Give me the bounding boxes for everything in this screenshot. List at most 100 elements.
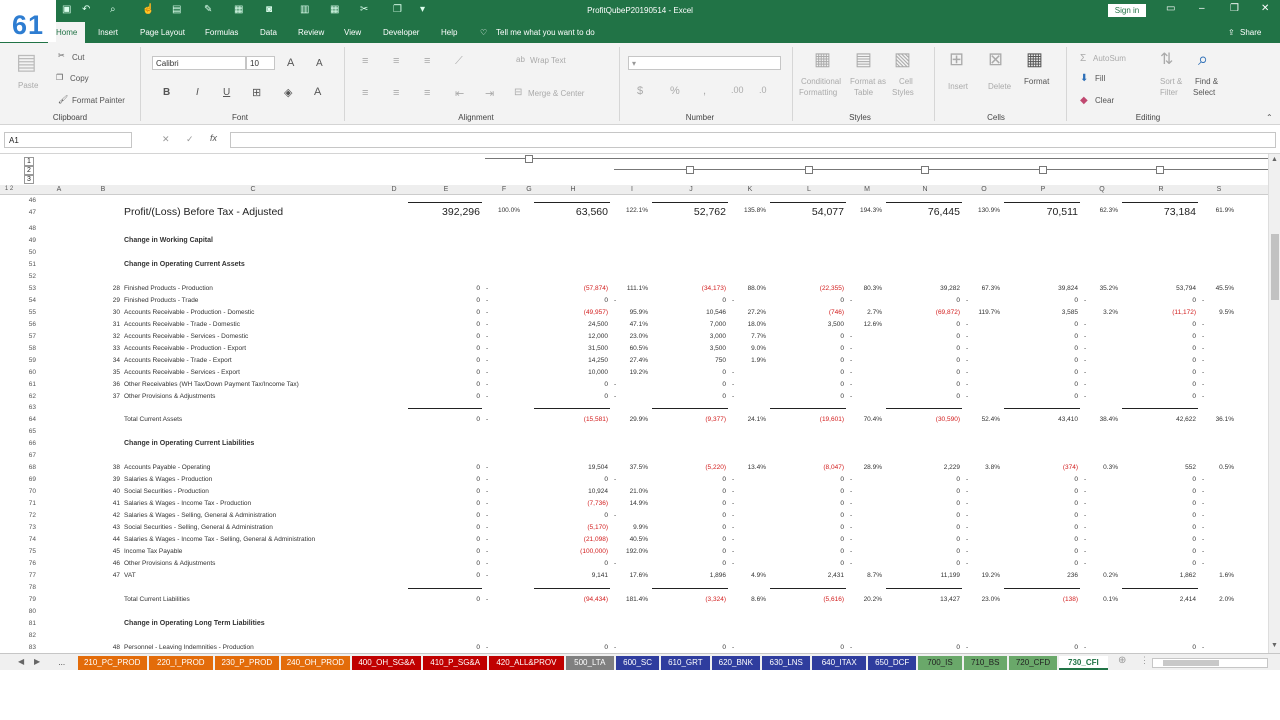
percent-cell[interactable]: -: [850, 512, 852, 519]
sheet-tab[interactable]: 630_LNS: [762, 656, 811, 670]
value-cell[interactable]: 0: [770, 357, 844, 364]
value-cell[interactable]: (30,590): [886, 416, 960, 423]
row-number[interactable]: 69: [22, 476, 36, 483]
row-number[interactable]: 64: [22, 416, 36, 423]
row-number[interactable]: 52: [22, 273, 36, 280]
percent-cell[interactable]: 3.8%: [964, 464, 1000, 471]
value-cell[interactable]: 0: [1122, 381, 1196, 388]
align-center-icon[interactable]: ≡: [393, 87, 399, 99]
value-cell[interactable]: 0: [886, 644, 960, 651]
value-cell[interactable]: 3,500: [652, 345, 726, 352]
find-select-icon[interactable]: ⌕: [1198, 49, 1208, 70]
outline-corner[interactable]: 1 2: [0, 186, 18, 192]
clear-icon[interactable]: ◆: [1080, 95, 1088, 106]
value-cell[interactable]: 12,000: [534, 333, 608, 340]
percent-cell[interactable]: -: [486, 393, 488, 400]
insert-cells-icon[interactable]: ⊞: [949, 49, 964, 70]
value-cell[interactable]: 0: [770, 512, 844, 519]
percent-cell[interactable]: -: [614, 393, 616, 400]
value-cell[interactable]: 11,199: [886, 572, 960, 579]
percent-cell[interactable]: 24.1%: [730, 416, 766, 423]
sheet-tab[interactable]: 650_DCF: [868, 656, 917, 670]
tab-data[interactable]: Data: [260, 28, 277, 37]
percent-cell[interactable]: -: [1084, 488, 1086, 495]
value-cell[interactable]: (9,377): [652, 416, 726, 423]
find-select-label-2[interactable]: Select: [1193, 88, 1215, 97]
value-cell[interactable]: (22,355): [770, 285, 844, 292]
percent-cell[interactable]: 8.7%: [848, 572, 882, 579]
tab-page-layout[interactable]: Page Layout: [140, 28, 185, 37]
ribbon-display-icon[interactable]: ▭: [1166, 3, 1175, 14]
format-as-table-label-1[interactable]: Format as: [850, 77, 886, 86]
sheet-tab[interactable]: ...: [48, 656, 76, 670]
percent-cell[interactable]: 2.7%: [848, 309, 882, 316]
percent-cell[interactable]: -: [850, 393, 852, 400]
percent-cell[interactable]: 40.5%: [612, 536, 648, 543]
value-cell[interactable]: 0: [1004, 488, 1078, 495]
value-cell[interactable]: 31,500: [534, 345, 608, 352]
value-cell[interactable]: 0: [1122, 297, 1196, 304]
shrink-font-icon[interactable]: A: [316, 58, 323, 69]
percent-cell[interactable]: -: [614, 381, 616, 388]
value-cell[interactable]: 0: [1004, 512, 1078, 519]
percent-cell[interactable]: -: [1202, 369, 1204, 376]
enter-formula-icon[interactable]: ✓: [186, 134, 194, 145]
value-cell[interactable]: 236: [1004, 572, 1078, 579]
align-right-icon[interactable]: ≡: [424, 87, 430, 99]
percent-cell[interactable]: -: [850, 333, 852, 340]
percent-cell[interactable]: -: [614, 644, 616, 651]
percent-cell[interactable]: -: [614, 512, 616, 519]
value-cell[interactable]: 0: [534, 476, 608, 483]
percent-cell[interactable]: 1.9%: [730, 357, 766, 364]
insert-cells-button[interactable]: Insert: [948, 82, 968, 91]
row-number[interactable]: 62: [22, 393, 36, 400]
percent-cell[interactable]: 21.0%: [612, 488, 648, 495]
value-cell[interactable]: 3,000: [652, 333, 726, 340]
format-cells-icon[interactable]: ▦: [1026, 49, 1043, 70]
percent-cell[interactable]: 14.9%: [612, 500, 648, 507]
value-cell[interactable]: (69,872): [886, 309, 960, 316]
value-cell[interactable]: (21,098): [534, 536, 608, 543]
col-header[interactable]: C: [126, 186, 380, 193]
percent-cell[interactable]: -: [486, 548, 488, 555]
col-header[interactable]: O: [964, 186, 1004, 193]
value-cell[interactable]: 0: [652, 488, 726, 495]
sheet-tab[interactable]: 610_GRT: [661, 656, 710, 670]
horizontal-scroll-thumb[interactable]: [1163, 660, 1219, 666]
value-cell[interactable]: 0: [886, 500, 960, 507]
value-cell[interactable]: 0: [652, 381, 726, 388]
percent-cell[interactable]: -: [486, 309, 488, 316]
collapse-ribbon-icon[interactable]: ⌃: [1266, 113, 1273, 122]
value-cell[interactable]: 0: [886, 536, 960, 543]
value-cell[interactable]: 0: [1004, 500, 1078, 507]
percent-cell[interactable]: -: [966, 381, 968, 388]
value-cell[interactable]: 0: [886, 548, 960, 555]
percent-cell[interactable]: 23.0%: [964, 596, 1000, 603]
value-cell[interactable]: 2,431: [770, 572, 844, 579]
value-cell[interactable]: 0: [1004, 536, 1078, 543]
percent-cell[interactable]: -: [966, 321, 968, 328]
conditional-formatting-icon[interactable]: ▦: [814, 49, 831, 70]
percent-cell[interactable]: -: [732, 393, 734, 400]
merge-center-button[interactable]: Merge & Center: [528, 89, 584, 98]
borders-icon[interactable]: ⊞: [252, 86, 261, 99]
value-cell[interactable]: 10,546: [652, 309, 726, 316]
percent-cell[interactable]: -: [966, 644, 968, 651]
value-cell[interactable]: 0: [1004, 560, 1078, 567]
value-cell[interactable]: 0: [886, 333, 960, 340]
percent-cell[interactable]: -: [486, 381, 488, 388]
value-cell[interactable]: 0: [886, 381, 960, 388]
value-cell[interactable]: 0: [770, 476, 844, 483]
value-cell[interactable]: 0: [408, 297, 480, 304]
collapse-group-icon[interactable]: [1156, 166, 1164, 174]
percent-cell[interactable]: -: [614, 297, 616, 304]
row-number[interactable]: 82: [22, 632, 36, 639]
copy-button[interactable]: Copy: [70, 74, 89, 83]
value-cell[interactable]: 19,504: [534, 464, 608, 471]
value-cell[interactable]: 0: [408, 393, 480, 400]
row-number[interactable]: 57: [22, 333, 36, 340]
percent-cell[interactable]: -: [486, 596, 488, 603]
col-header[interactable]: P: [1004, 186, 1082, 193]
row-number[interactable]: 72: [22, 512, 36, 519]
sheet-tab[interactable]: 730_CFI: [1059, 656, 1108, 670]
